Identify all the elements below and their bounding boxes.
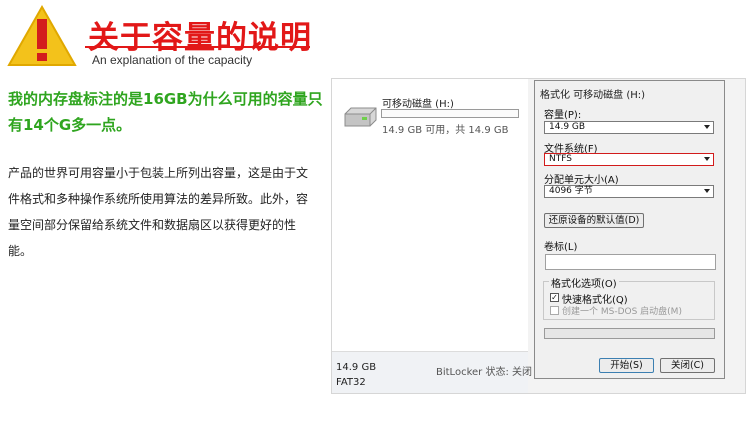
capacity-value: 14.9 GB <box>549 122 586 132</box>
format-progress-bar <box>544 328 715 339</box>
page-subtitle: An explanation of the capacity <box>92 53 253 67</box>
drive-space-text: 14.9 GB 可用，共 14.9 GB <box>382 125 509 136</box>
dialog-title: 格式化 可移动磁盘 (H:) <box>540 90 646 101</box>
volume-label: 卷标(L) <box>544 242 578 253</box>
chevron-down-icon <box>704 157 710 161</box>
title-underline <box>85 46 310 48</box>
warning-triangle-icon <box>7 5 77 66</box>
msdos-checkbox[interactable] <box>550 306 559 315</box>
drive-name[interactable]: 可移动磁盘 (H:) <box>382 95 454 110</box>
capacity-explanation: 产品的世界可用容量小于包装上所列出容量，这是由于文件格式和多种操作系统所使用算法… <box>8 166 309 258</box>
allocation-select[interactable]: 4096 字节 <box>544 185 714 198</box>
restore-defaults-button[interactable]: 还原设备的默认值(D) <box>544 213 644 228</box>
removable-drive-icon[interactable] <box>342 104 378 130</box>
capacity-question: 我的内存盘标注的是16GB为什么可用的容量只有14个G多一点。 <box>8 90 323 134</box>
filesystem-select[interactable]: NTFS <box>544 153 714 166</box>
chevron-down-icon <box>704 125 710 129</box>
format-options-label: 格式化选项(O) <box>549 275 619 290</box>
msdos-label: 创建一个 MS-DOS 启动盘(M) <box>562 307 682 317</box>
details-filesystem: FAT32 <box>336 377 366 388</box>
details-bitlocker: BitLocker 状态: 关闭 <box>436 367 532 378</box>
start-button[interactable]: 开始(S) <box>599 358 654 373</box>
filesystem-value: NTFS <box>549 154 572 164</box>
drive-usage-bar <box>381 109 519 118</box>
details-size: 14.9 GB <box>336 362 377 373</box>
capacity-label: 容量(P): <box>544 110 582 121</box>
capacity-select[interactable]: 14.9 GB <box>544 121 714 134</box>
close-button[interactable]: 关闭(C) <box>660 358 715 373</box>
quick-format-checkbox[interactable]: ✓ <box>550 293 559 302</box>
allocation-value: 4096 字节 <box>549 186 593 196</box>
page-title: 关于容量的说明 <box>88 20 312 56</box>
volume-label-input[interactable] <box>545 254 716 270</box>
chevron-down-icon <box>704 189 710 193</box>
allocation-label: 分配单元大小(A) <box>544 175 619 186</box>
